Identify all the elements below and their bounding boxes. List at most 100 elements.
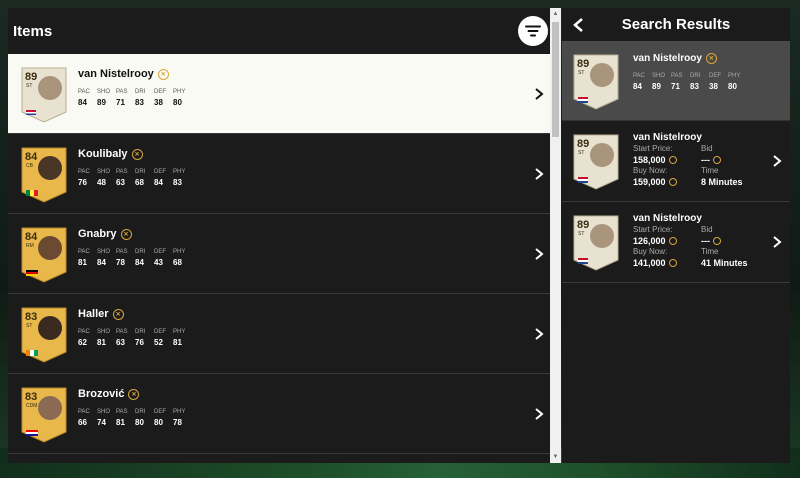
player-name: Brozović [78,388,125,400]
auction-details: Start Price: Bid 158,000 --- Buy Now: Ti… [633,144,773,188]
player-stats: PAC 76 SHO 48 PAS 63 DRI 68 DEF 84 PHY 83 [78,169,188,187]
buy-now-label: Buy Now: [633,166,668,175]
chemistry-icon: ✕ [131,148,143,160]
chevron-left-icon[interactable] [572,17,584,33]
stat-label: PAC [633,73,645,79]
card-rating: 84 [25,151,38,163]
player-card: 89 ST [18,64,70,124]
stat-value: 80 [135,418,144,427]
stat-label: PAS [116,169,128,175]
card-position: ST [26,323,33,329]
buy-now-label: Buy Now: [633,247,668,256]
player-name: van Nistelrooy [633,132,702,143]
player-info: Brozović ✕ PAC 66 SHO 74 PAS 81 DRI 80 DEF 80… [78,388,188,427]
auction-listing[interactable]: 89 ST van Nistelrooy Start Price: Bid 15… [562,121,790,202]
stat-label: PAS [116,329,128,335]
bid-value: --- [701,236,710,246]
chevron-right-icon [773,236,782,248]
stat-value: 71 [116,98,125,107]
bid-label: Bid [701,144,713,153]
player-card: 84 RM [18,224,70,284]
player-name: van Nistelrooy [633,213,702,224]
stat-label: PHY [173,329,186,335]
card-position: CB [26,163,33,169]
card-rating: 89 [25,71,38,83]
start-price-label: Start Price: [633,144,673,153]
stat-value: 89 [97,98,106,107]
player-name: Koulibaly [78,148,128,160]
player-name: Gnabry [78,228,117,240]
player-info: van Nistelrooy ✕ PAC 84 SHO 89 PAS 71 DRI 83… [633,53,743,91]
player-card: 84 CB [18,144,70,204]
list-item[interactable]: 83 ST Haller ✕ PAC 62 SHO 81 PAS 63 DRI 76 D… [8,294,550,374]
stat-value: 76 [78,178,87,187]
player-card: 83 ST [18,304,70,364]
coin-icon [713,156,721,164]
stat-value: 76 [135,338,144,347]
stat-label: SHO [97,249,111,255]
stat-label: DEF [154,249,166,255]
coin-icon [668,259,677,267]
time-label: Time [701,247,719,256]
card-position: ST [26,83,33,89]
player-info: van Nistelrooy ✕ PAC 84 SHO 89 PAS 71 DRI 83… [78,68,188,107]
card-rating: 89 [577,138,590,150]
stat-label: DRI [135,329,146,335]
filter-icon [525,25,541,37]
stat-label: PAS [116,409,128,415]
list-item[interactable]: 83 CDM Brozović ✕ PAC 66 SHO 74 PAS 81 DRI 8… [8,374,550,454]
player-card: 83 CDM [18,384,70,444]
scroll-thumb[interactable] [552,22,559,137]
stat-label: DEF [154,169,166,175]
card-rating: 84 [25,231,38,243]
items-header: Items [8,8,561,54]
stat-label: DEF [709,73,721,79]
stat-label: PHY [173,409,186,415]
stat-label: SHO [652,73,666,79]
stat-label: PHY [173,169,186,175]
stat-value: 83 [173,178,182,187]
scroll-down-arrow-icon[interactable]: ▼ [552,453,559,461]
card-position: ST [578,150,585,156]
filter-button[interactable] [518,16,548,46]
time-value: 41 Minutes [701,258,748,268]
list-item[interactable]: 84 CB Koulibaly ✕ PAC 76 SHO 48 PAS 63 DRI 6… [8,134,550,214]
stat-value: 81 [97,338,106,347]
items-scrollbar[interactable]: ▲ ▼ [550,8,561,463]
stat-label: PAC [78,329,90,335]
stat-value: 81 [116,418,125,427]
stat-value: 84 [154,178,163,187]
stat-label: DRI [135,249,146,255]
items-panel: Items 89 ST van Nistelrooy ✕ PAC 84 SHO … [8,8,561,463]
stat-value: 38 [154,98,163,107]
stat-label: PAC [78,89,90,95]
scroll-up-arrow-icon[interactable]: ▲ [552,10,559,18]
auction-details: Start Price: Bid 126,000 --- Buy Now: Ti… [633,225,773,269]
items-list: 89 ST van Nistelrooy ✕ PAC 84 SHO 89 PAS 71… [8,54,550,454]
items-title: Items [13,22,53,40]
stat-label: DRI [690,73,701,79]
stat-value: 68 [173,258,182,267]
stat-value: 78 [173,418,182,427]
card-rating: 83 [25,311,38,323]
player-info: Haller ✕ PAC 62 SHO 81 PAS 63 DRI 76 DEF 52 P… [78,308,188,347]
time-label: Time [701,166,719,175]
player-info: Gnabry ✕ PAC 81 SHO 84 PAS 78 DRI 84 DEF 43 P… [78,228,188,267]
player-stats: PAC 81 SHO 84 PAS 78 DRI 84 DEF 43 PHY 68 [78,249,188,267]
list-item[interactable]: 89 ST van Nistelrooy ✕ PAC 84 SHO 89 PAS 71… [8,54,550,134]
player-card: 89 ST [570,51,622,111]
player-info: van Nistelrooy [633,208,702,226]
results-header: Search Results [562,8,790,41]
chevron-right-icon [535,328,544,340]
chemistry-icon: ✕ [112,308,124,320]
results-summary: 89 ST van Nistelrooy ✕ PAC 84 SHO 89 PAS 71… [562,41,790,121]
auction-listing[interactable]: 89 ST van Nistelrooy Start Price: Bid 12… [562,202,790,283]
chevron-right-icon [535,248,544,260]
stat-label: DEF [154,329,166,335]
chemistry-icon: ✕ [120,228,132,240]
stat-value: 71 [671,82,680,91]
player-stats: PAC 84 SHO 89 PAS 71 DRI 83 DEF 38 PHY 80 [633,73,743,91]
chevron-right-icon [535,168,544,180]
stat-label: PHY [173,249,186,255]
list-item[interactable]: 84 RM Gnabry ✕ PAC 81 SHO 84 PAS 78 DRI 84 D… [8,214,550,294]
